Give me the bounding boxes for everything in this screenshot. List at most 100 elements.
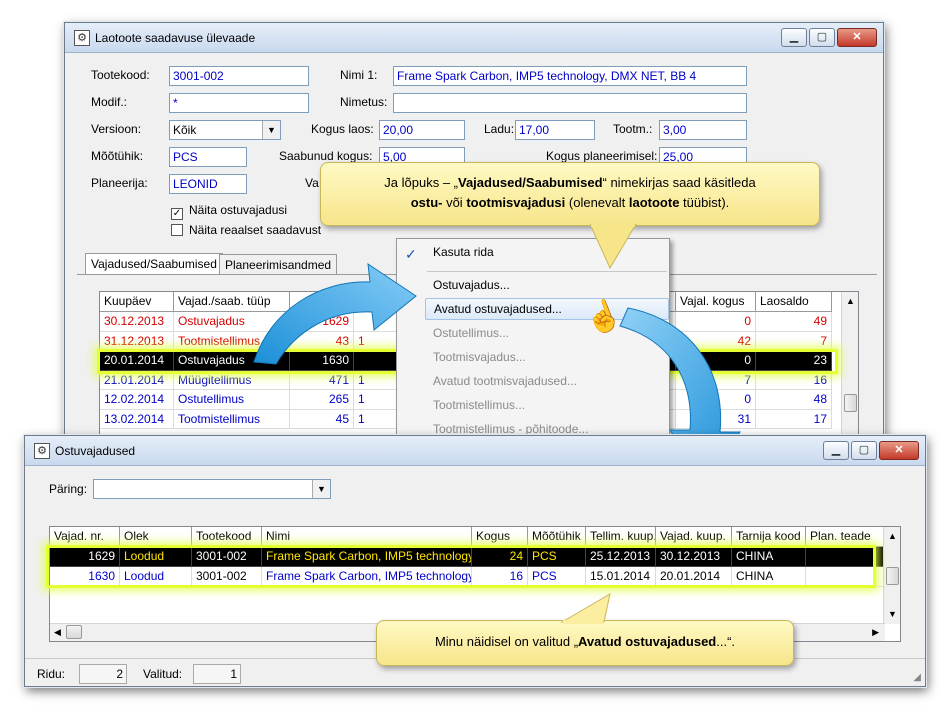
callout1-bold: ostu- [410, 195, 443, 210]
paring-select[interactable]: ▼ [93, 479, 331, 499]
callout-pointer [590, 224, 637, 270]
checkmark-icon: ✓ [171, 208, 183, 220]
ladu-label: Ladu: [484, 122, 515, 136]
kogus-laos-field[interactable]: 20,00 [379, 120, 465, 140]
dropdown-arrow-icon[interactable]: ▼ [312, 480, 330, 498]
cell-vajad-nr: 1630 [50, 567, 120, 587]
tootekood-field[interactable]: 3001-002 [169, 66, 309, 86]
col-vajad-nr[interactable]: Vajad. nr. [50, 527, 120, 547]
scroll-up-icon[interactable]: ▲ [846, 296, 855, 306]
window-icon: ⚙ [74, 30, 90, 46]
close-button[interactable]: ✕ [879, 441, 919, 460]
planeerija-field[interactable]: LEONID [169, 174, 247, 194]
scroll-left-icon[interactable]: ◀ [54, 627, 61, 638]
cell-nimi: Frame Spark Carbon, IMP5 technology, DMX… [262, 567, 472, 587]
col-tellim-kuup[interactable]: Tellim. kuup. [586, 527, 656, 547]
cell-plan-teade [806, 567, 886, 587]
ostuvajadused-titlebar[interactable]: ⚙ Ostuvajadused ▁ ▢ ✕ [25, 436, 925, 466]
row-date: 21.01.2014 [100, 370, 174, 390]
table-row[interactable]: 1629 Loodud 3001-002 Frame Spark Carbon, IM… [50, 547, 886, 567]
callout1-bold: laotoote [628, 195, 680, 210]
mootuhik-field[interactable]: PCS [169, 147, 247, 167]
row-date: 20.01.2014 [100, 351, 174, 371]
callout2-text: ...“. [716, 634, 736, 649]
row-date: 12.02.2014 [100, 390, 174, 410]
minimize-button[interactable]: ▁ [823, 441, 849, 460]
row-date: 31.12.2013 [100, 331, 174, 351]
callout2-bold: Avatud ostuvajadused [578, 634, 717, 649]
scroll-thumb[interactable] [844, 394, 857, 412]
cell-vajad-kuup: 30.12.2013 [656, 547, 732, 567]
saabunud-label: Saabunud kogus: [279, 149, 373, 163]
maximize-button[interactable]: ▢ [851, 441, 877, 460]
ladu-field[interactable]: 17,00 [515, 120, 595, 140]
scroll-up-icon[interactable]: ▲ [888, 531, 897, 541]
resize-grip-icon[interactable]: ◢ [913, 672, 921, 683]
close-button[interactable]: ✕ [837, 28, 877, 47]
callout1-text: (olenevalt [565, 195, 629, 210]
tab-vajadused-saabumised[interactable]: Vajadused/Saabumised [85, 253, 223, 274]
cell-tootekood: 3001-002 [192, 567, 262, 587]
scroll-thumb[interactable] [886, 567, 899, 585]
valitud-label: Valitud: [143, 667, 183, 681]
tootm-field[interactable]: 3,00 [659, 120, 747, 140]
col-kogus[interactable]: Kogus [472, 527, 528, 547]
scroll-down-icon[interactable]: ▼ [888, 609, 897, 619]
col-vajad-kuup[interactable]: Vajad. kuup. [656, 527, 732, 547]
col-kuupaev[interactable]: Kuupäev [100, 292, 174, 312]
window-title: Ostuvajadused [55, 444, 136, 458]
table-row[interactable]: 1630 Loodud 3001-002 Frame Spark Carbon, IM… [50, 567, 886, 587]
scroll-right-icon[interactable]: ▶ [872, 627, 879, 638]
nimetus-field[interactable] [393, 93, 747, 113]
naita-ostuvajadusi-label: Näita ostuvajadusi [189, 203, 288, 217]
col-mootuhik[interactable]: Mõõtühik [528, 527, 586, 547]
tootm-label: Tootm.: [613, 122, 653, 136]
menu-ostuvajadus[interactable]: Ostuvajadus... [425, 275, 669, 297]
naita-realset-checkbox[interactable]: Näita reaalset saadavust [171, 223, 321, 237]
versioon-label: Versioon: [91, 122, 142, 136]
versioon-select[interactable]: Kõik ▼ [169, 120, 281, 140]
row-date: 13.02.2014 [100, 409, 174, 429]
col-nimi[interactable]: Nimi [262, 527, 472, 547]
versioon-value: Kõik [173, 123, 197, 137]
callout-pointer [560, 592, 611, 624]
grid-vscrollbar[interactable]: ▲ ▼ [883, 527, 900, 624]
minimize-button[interactable]: ▁ [781, 28, 807, 47]
window-title: Laotoote saadavuse ülevaade [95, 31, 256, 45]
empty-checkbox-icon [171, 224, 183, 236]
cell-olek: Loodud [120, 567, 192, 587]
nimi1-field[interactable]: Frame Spark Carbon, IMP5 technology, DMX… [393, 66, 747, 86]
cell-tellim-kuup: 15.01.2014 [586, 567, 656, 587]
cell-tootekood: 3001-002 [192, 547, 262, 567]
cell-plan-teade [806, 547, 886, 567]
callout2-text: Minu näidisel on valitud „ [434, 634, 579, 649]
col-tootekood[interactable]: Tootekood [192, 527, 262, 547]
curved-arrow-icon [253, 262, 417, 365]
callout1-text: “ nimekirjas saad käsitleda [602, 175, 756, 190]
callout-bottom: Minu näidisel on valitud „Avatud ostuvaj… [376, 620, 794, 666]
naita-ostuvajadusi-checkbox[interactable]: ✓ Näita ostuvajadusi [171, 203, 287, 220]
grid-scrollbar[interactable]: ▲ [841, 292, 858, 440]
cell-kogus: 16 [472, 567, 528, 587]
maximize-button[interactable]: ▢ [809, 28, 835, 47]
dropdown-arrow-icon[interactable]: ▼ [262, 121, 280, 139]
cell-mootuhik: PCS [528, 547, 586, 567]
window-icon: ⚙ [34, 443, 50, 459]
cell-tellim-kuup: 25.12.2013 [586, 547, 656, 567]
callout1-bold: tootmisvajadusi [466, 195, 566, 210]
modif-label: Modif.: [91, 95, 128, 109]
modif-field[interactable]: * [169, 93, 309, 113]
hscroll-thumb[interactable] [66, 625, 82, 639]
cell-tarnija-kood: CHINA [732, 547, 806, 567]
row-type: Müügitellimus [174, 370, 290, 390]
availability-window-titlebar[interactable]: ⚙ Laotoote saadavuse ülevaade ▁ ▢ ✕ [65, 23, 883, 53]
col-tarnija-kood[interactable]: Tarnija kood [732, 527, 806, 547]
cell-olek: Loodud [120, 547, 192, 567]
cell-mootuhik: PCS [528, 567, 586, 587]
ridu-value: 2 [79, 664, 127, 684]
nimetus-label: Nimetus: [340, 95, 388, 109]
cell-nimi: Frame Spark Carbon, IMP5 technology, DMX… [262, 547, 472, 567]
col-olek[interactable]: Olek [120, 527, 192, 547]
col-plan-teade[interactable]: Plan. teade [806, 527, 886, 547]
valitud-value: 1 [193, 664, 241, 684]
